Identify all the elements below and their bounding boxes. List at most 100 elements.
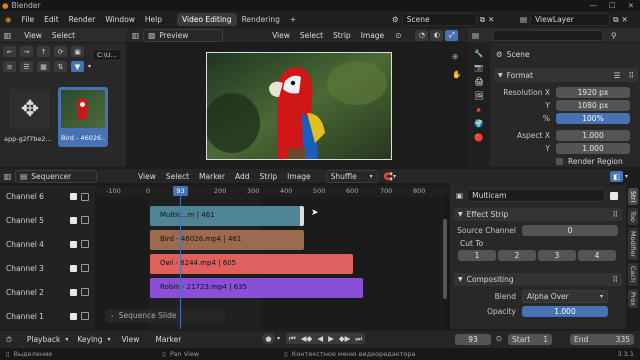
scene-selector[interactable]: Scene	[401, 13, 477, 26]
menu-file[interactable]: File	[17, 15, 40, 24]
pin-icon[interactable]: ⚲	[611, 31, 617, 40]
copy-layer-icon[interactable]: ⧉	[613, 15, 618, 25]
format-section-header[interactable]: ▼ Format ☰ ⠿	[494, 68, 638, 82]
end-frame-field[interactable]: End 335	[570, 334, 634, 345]
cut-to-2-button[interactable]: 2	[498, 249, 536, 261]
output-tab-icon[interactable]: 🖨	[474, 77, 484, 86]
opacity-field[interactable]: 1.000	[522, 306, 608, 317]
lock-icon[interactable]	[81, 312, 89, 320]
editor-type-icon[interactable]: ▥	[4, 172, 11, 181]
filter-icon[interactable]: ▼	[71, 61, 84, 72]
forward-arrow-icon[interactable]: →	[20, 46, 33, 57]
chevron-down-icon[interactable]: ▾	[625, 173, 628, 180]
sort-icon[interactable]: ⇅	[54, 61, 67, 72]
cut-to-3-button[interactable]: 3	[538, 249, 576, 261]
strip-name-field[interactable]: Multicam	[467, 189, 606, 202]
lock-icon[interactable]	[81, 240, 89, 248]
list-horizontal-icon[interactable]: ☰	[20, 61, 33, 72]
bird-strip[interactable]: Bird - 46026.mp4 | 461	[150, 230, 304, 250]
drag-handle-icon[interactable]: ⠿	[629, 71, 635, 80]
presets-icon[interactable]: ☰	[614, 71, 621, 80]
playhead-frame[interactable]: 93	[173, 186, 188, 196]
current-frame-field[interactable]: 93	[455, 334, 491, 345]
timeline-menu-view[interactable]: View	[117, 335, 145, 344]
collection-tab-icon[interactable]: 🔴	[474, 133, 483, 142]
compositing-header[interactable]: ▼ Compositing ⠿	[454, 273, 622, 286]
channel-toggle-checkbox[interactable]	[70, 312, 77, 320]
delete-scene-icon[interactable]: ✕	[488, 15, 494, 24]
menu-window[interactable]: Window	[100, 15, 140, 24]
frame-ruler[interactable]: -100 0 100 200 300 400 500 600 700 800 9…	[95, 185, 450, 197]
preview-menu-select[interactable]: Select	[295, 31, 328, 40]
channel-row[interactable]: Channel 3	[0, 256, 95, 280]
play-icon[interactable]: ▶	[328, 334, 334, 343]
lock-icon[interactable]	[81, 216, 89, 224]
record-options-icon[interactable]: ▾	[277, 335, 280, 342]
menu-edit[interactable]: Edit	[39, 15, 64, 24]
cut-to-4-button[interactable]: 4	[578, 249, 616, 261]
seq-menu-add[interactable]: Add	[230, 172, 255, 181]
tab-video-editing[interactable]: Video Editing	[177, 13, 237, 26]
fb-menu-view[interactable]: View	[19, 31, 47, 40]
blend-mode-dropdown[interactable]: Alpha Over ▾	[522, 290, 608, 303]
seq-menu-image[interactable]: Image	[282, 172, 316, 181]
timeline-menu-keying[interactable]: Keying	[72, 335, 107, 344]
resolution-x-field[interactable]: 1920 px	[556, 87, 630, 98]
preview-menu-strip[interactable]: Strip	[328, 31, 356, 40]
file-item[interactable]: ✥ app-g2f7be2...	[4, 89, 56, 149]
render-region-checkbox[interactable]	[556, 158, 563, 165]
sidebar-toggle-icon[interactable]: ◧	[610, 171, 623, 182]
fb-path-field[interactable]: C:\U...	[92, 49, 122, 61]
robin-strip[interactable]: Robin - 21723.mp4 | 635	[150, 278, 363, 298]
resolution-y-field[interactable]: 1080 px	[556, 100, 630, 111]
view-layer-tab-icon[interactable]: 🖼	[474, 91, 484, 100]
tool-tab-icon[interactable]: 🔧	[474, 49, 483, 58]
prev-keyframe-icon[interactable]: ◀◆	[301, 334, 313, 343]
file-item-selected[interactable]: Bird - 46026....	[58, 87, 108, 147]
jump-end-icon[interactable]: ⏭	[355, 334, 362, 344]
record-icon[interactable]: ●	[262, 333, 275, 344]
thumbnails-icon[interactable]: ▦	[37, 61, 50, 72]
play-reverse-icon[interactable]: ◀	[317, 334, 323, 343]
lock-icon[interactable]	[81, 264, 89, 272]
close-icon[interactable]: ✕	[628, 1, 634, 10]
refresh-icon[interactable]: ⟳	[54, 46, 67, 57]
add-workspace-button[interactable]: +	[285, 13, 301, 26]
lock-icon[interactable]	[81, 192, 89, 201]
seq-menu-strip[interactable]: Strip	[255, 172, 283, 181]
sequencer-view-type[interactable]: ▤ Sequencer	[15, 169, 98, 183]
scene-tab-icon[interactable]: 🔺	[474, 105, 483, 114]
channel-row[interactable]: Channel 1	[0, 304, 95, 328]
lock-icon[interactable]	[81, 288, 89, 296]
tab-cache[interactable]: Cach	[628, 263, 638, 286]
back-arrow-icon[interactable]: ←	[3, 46, 16, 57]
filter-dropdown-icon[interactable]: ▾	[88, 63, 91, 70]
new-folder-icon[interactable]: ▣	[71, 46, 84, 57]
overlap-mode-dropdown[interactable]: Shuffle ▾	[325, 169, 378, 183]
snap-icon[interactable]: 🧲	[384, 172, 393, 181]
channel-toggle-checkbox[interactable]	[70, 216, 77, 224]
channel-toggle-checkbox[interactable]	[70, 288, 77, 296]
aspect-x-field[interactable]: 1.000	[556, 130, 630, 141]
visibility-icon[interactable]: ⊙	[395, 31, 401, 40]
blender-menu-icon[interactable]: ◉	[0, 15, 17, 24]
resolution-percent-field[interactable]: 100%	[556, 113, 630, 124]
tool-icon[interactable]: ⤢	[445, 29, 459, 41]
jump-start-icon[interactable]: ⏮	[289, 334, 296, 344]
copy-scene-icon[interactable]: ⧉	[480, 15, 485, 25]
list-vertical-icon[interactable]: ≡	[3, 61, 16, 72]
timeline-menu-playback[interactable]: Playback	[22, 335, 65, 344]
strip-enabled-checkbox[interactable]	[610, 191, 619, 200]
view-type-dropdown[interactable]: ▨ Preview	[143, 28, 224, 42]
pan-hand-icon[interactable]: ✋	[452, 70, 461, 79]
preview-menu-view[interactable]: View	[267, 31, 295, 40]
vertical-scrollbar[interactable]	[443, 219, 447, 299]
snap-options-icon[interactable]: ▾	[393, 173, 396, 180]
editor-type-icon[interactable]: ▥	[132, 31, 139, 40]
editor-type-icon[interactable]: ▤	[472, 31, 479, 40]
drag-handle-icon[interactable]: ⠿	[613, 275, 619, 284]
parent-dir-icon[interactable]: ↑	[37, 46, 50, 57]
start-frame-field[interactable]: Start 1	[508, 334, 552, 345]
channel-row[interactable]: Channel 2	[0, 280, 95, 304]
preview-menu-image[interactable]: Image	[356, 31, 390, 40]
